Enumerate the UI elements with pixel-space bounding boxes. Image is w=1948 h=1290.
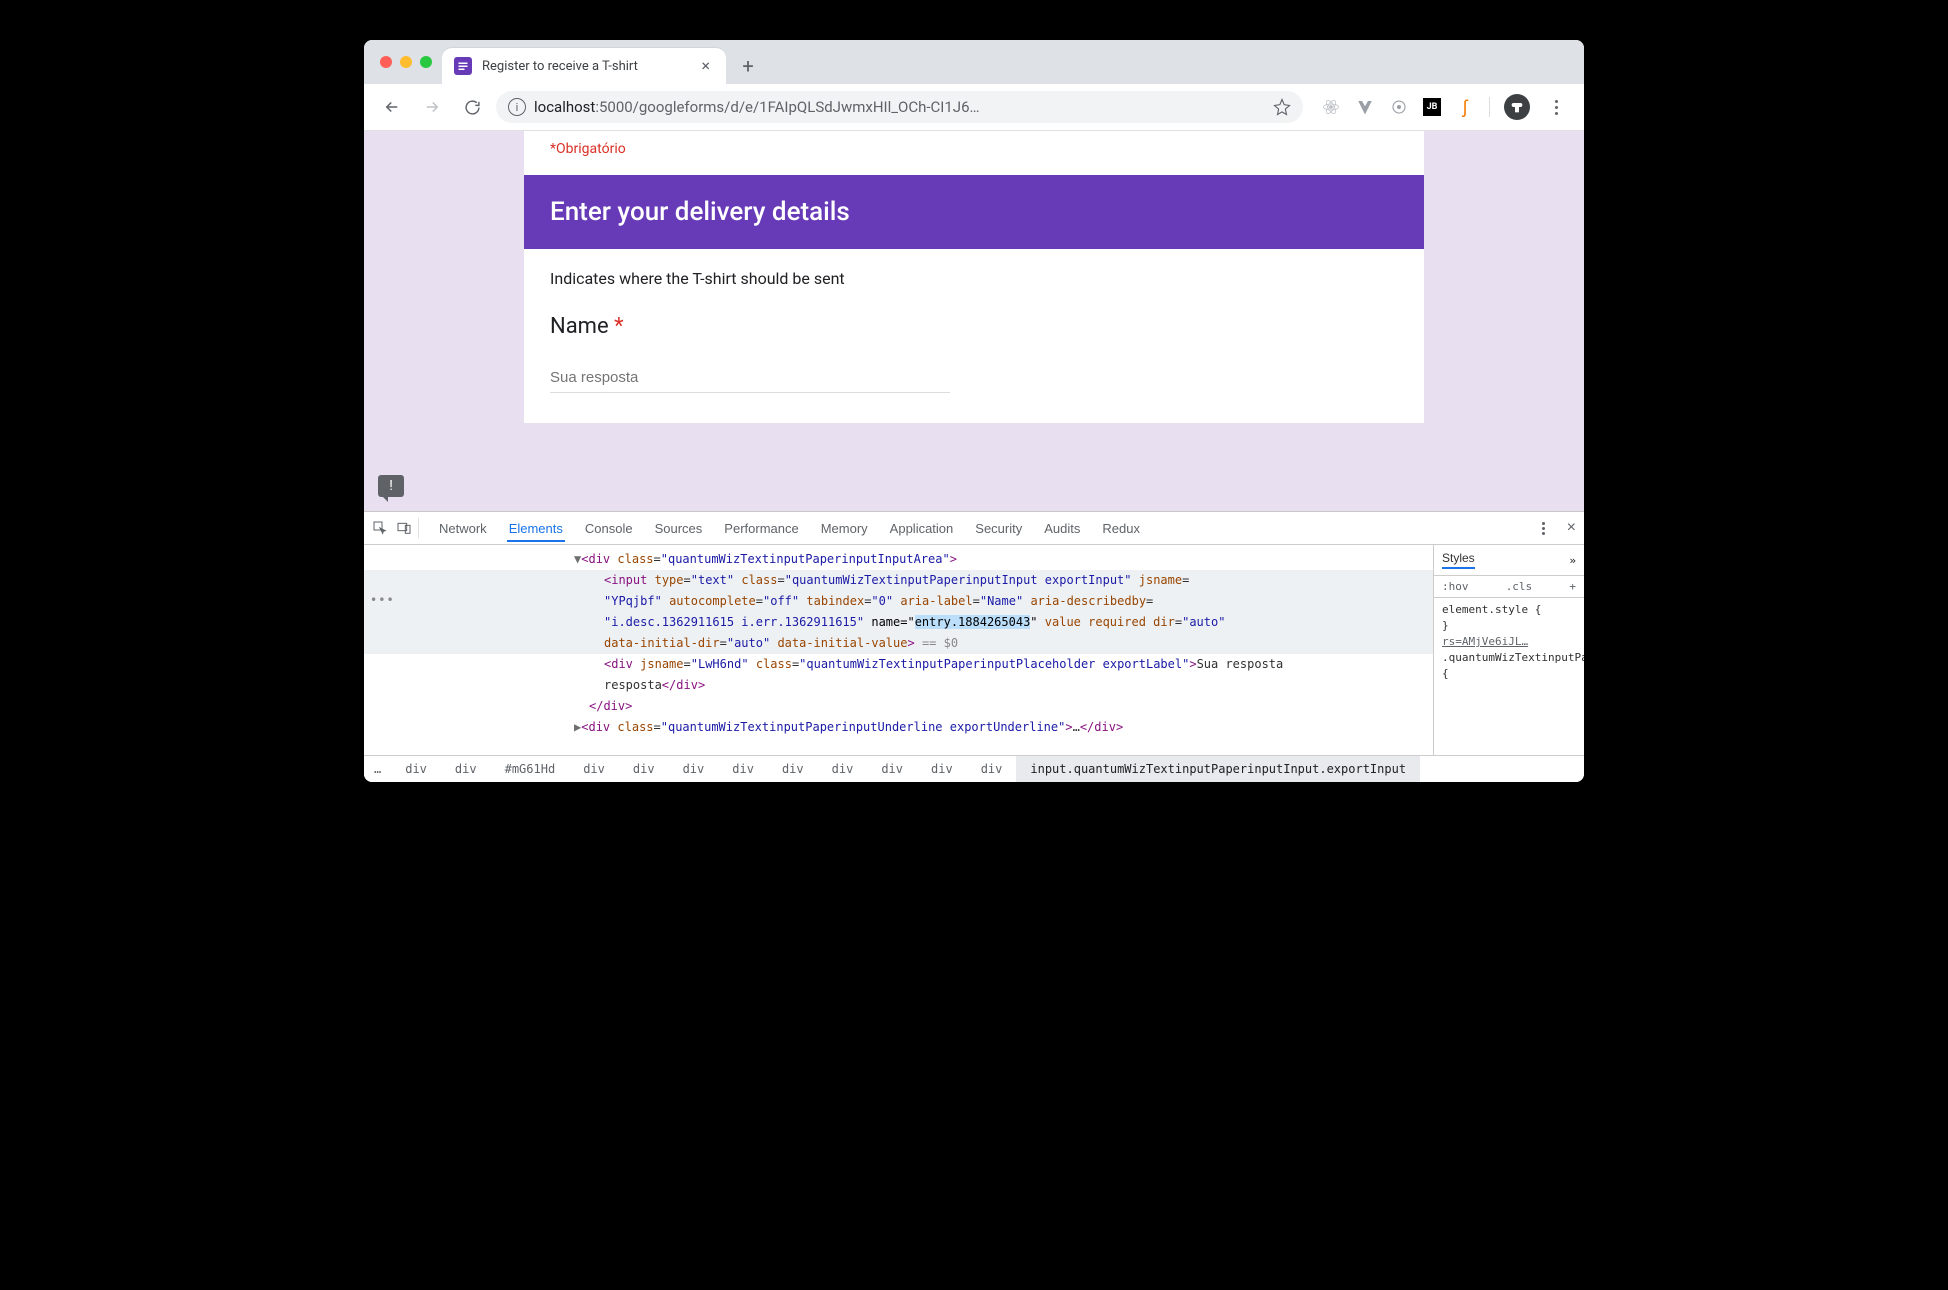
breadcrumb-item[interactable]: div: [391, 756, 441, 782]
breadcrumb-item[interactable]: div: [818, 756, 868, 782]
breadcrumb-overflow[interactable]: …: [364, 762, 391, 776]
extension-icon[interactable]: [1389, 97, 1409, 117]
hov-toggle[interactable]: :hov: [1442, 580, 1469, 593]
browser-menu-button[interactable]: [1544, 100, 1568, 115]
tab-elements[interactable]: Elements: [507, 515, 565, 542]
tab-console[interactable]: Console: [583, 515, 635, 542]
styles-rules: element.style { } rs=AMjVe6iJL… .quantum…: [1434, 598, 1584, 686]
page-viewport: *Obrigatório Enter your delivery details…: [364, 131, 1584, 511]
selection-indicator: •••: [370, 593, 395, 607]
device-toolbar-icon[interactable]: [396, 520, 412, 536]
close-window-button[interactable]: [380, 56, 392, 68]
form-section-header: Enter your delivery details: [524, 175, 1424, 249]
name-input[interactable]: [550, 363, 950, 393]
extension-icons: JB ʃ: [1311, 94, 1572, 120]
breadcrumb-item[interactable]: div: [718, 756, 768, 782]
jetbrains-icon[interactable]: JB: [1423, 98, 1441, 116]
tab-close-button[interactable]: ×: [697, 56, 714, 76]
inspect-element-icon[interactable]: [372, 520, 388, 536]
add-rule-button[interactable]: +: [1569, 580, 1576, 593]
tab-security[interactable]: Security: [973, 515, 1024, 542]
hook-icon[interactable]: ʃ: [1455, 97, 1475, 117]
devtools-close-button[interactable]: ×: [1567, 519, 1576, 537]
devtools-menu-button[interactable]: [1538, 522, 1549, 535]
react-devtools-icon[interactable]: [1321, 97, 1341, 117]
stylesheet-link[interactable]: rs=AMjVe6iJL…: [1442, 635, 1528, 648]
google-form: *Obrigatório Enter your delivery details…: [524, 131, 1424, 423]
address-bar[interactable]: i localhost:5000/googleforms/d/e/1FAIpQL…: [496, 91, 1303, 123]
breadcrumb-bar[interactable]: … div div #mG61Hd div div div div div di…: [364, 755, 1584, 782]
tab-title: Register to receive a T-shirt: [482, 59, 687, 74]
form-section-description: Indicates where the T-shirt should be se…: [550, 269, 1398, 288]
breadcrumb-item[interactable]: div: [669, 756, 719, 782]
tab-memory[interactable]: Memory: [819, 515, 870, 542]
window-controls: [376, 40, 442, 84]
tab-performance[interactable]: Performance: [722, 515, 800, 542]
elements-tree[interactable]: ▼<div class="quantumWizTextinputPaperinp…: [364, 545, 1433, 755]
breadcrumb-item[interactable]: div: [867, 756, 917, 782]
required-note: *Obrigatório: [524, 131, 1424, 175]
tab-redux[interactable]: Redux: [1100, 515, 1142, 542]
devtools-tabs: Network Elements Console Sources Perform…: [364, 512, 1584, 545]
question-title: Name *: [550, 314, 1398, 339]
reload-button[interactable]: [456, 91, 488, 123]
styles-tab[interactable]: Styles: [1442, 551, 1475, 569]
breadcrumb-item[interactable]: div: [441, 756, 491, 782]
browser-window: Register to receive a T-shirt × + i loca…: [364, 40, 1584, 782]
breadcrumb-selected[interactable]: input.quantumWizTextinputPaperinputInput…: [1016, 756, 1420, 782]
site-info-icon[interactable]: i: [508, 98, 526, 116]
tab-network[interactable]: Network: [437, 515, 489, 542]
toolbar-separator: [1489, 97, 1490, 117]
feedback-button[interactable]: !: [378, 475, 404, 497]
fullscreen-window-button[interactable]: [420, 56, 432, 68]
styles-more-icon[interactable]: »: [1569, 554, 1576, 567]
new-tab-button[interactable]: +: [734, 52, 762, 80]
tab-strip: Register to receive a T-shirt × +: [364, 40, 1584, 84]
forward-button[interactable]: [416, 91, 448, 123]
tab-audits[interactable]: Audits: [1042, 515, 1082, 542]
vue-devtools-icon[interactable]: [1355, 97, 1375, 117]
breadcrumb-item[interactable]: div: [569, 756, 619, 782]
tab-sources[interactable]: Sources: [653, 515, 705, 542]
breadcrumb-item[interactable]: div: [967, 756, 1017, 782]
breadcrumb-item[interactable]: div: [619, 756, 669, 782]
breadcrumb-item[interactable]: div: [768, 756, 818, 782]
minimize-window-button[interactable]: [400, 56, 412, 68]
browser-toolbar: i localhost:5000/googleforms/d/e/1FAIpQL…: [364, 84, 1584, 131]
breadcrumb-item[interactable]: #mG61Hd: [491, 756, 570, 782]
browser-tab[interactable]: Register to receive a T-shirt ×: [442, 48, 726, 84]
styles-pane[interactable]: Styles » :hov .cls + element.style { } r…: [1433, 545, 1584, 755]
url-text: localhost:5000/googleforms/d/e/1FAIpQLSd…: [534, 98, 1265, 116]
tab-application[interactable]: Application: [888, 515, 956, 542]
breadcrumb-item[interactable]: div: [917, 756, 967, 782]
bookmark-star-icon[interactable]: [1273, 98, 1291, 116]
tab-favicon: [454, 57, 472, 75]
profile-avatar[interactable]: [1504, 94, 1530, 120]
devtools-panel: Network Elements Console Sources Perform…: [364, 511, 1584, 782]
cls-toggle[interactable]: .cls: [1506, 580, 1533, 593]
back-button[interactable]: [376, 91, 408, 123]
